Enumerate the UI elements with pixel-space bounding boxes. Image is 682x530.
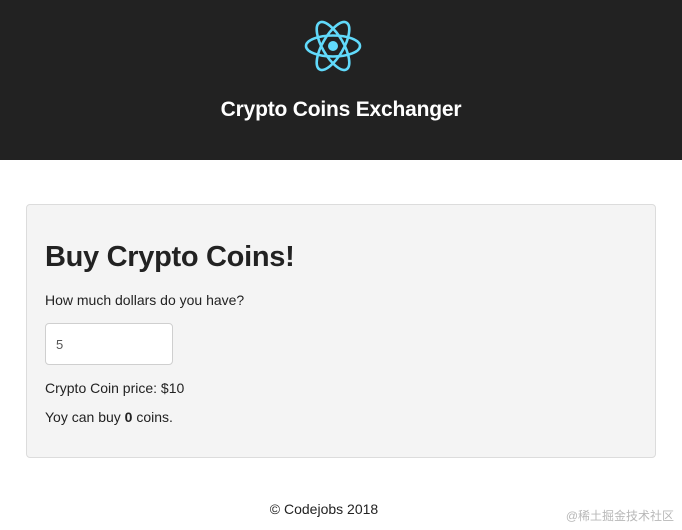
dollars-input[interactable] bbox=[45, 323, 173, 365]
app-header: Crypto Coins Exchanger bbox=[0, 0, 682, 160]
coin-price-text: Crypto Coin price: $10 bbox=[45, 380, 185, 396]
result-suffix: coins. bbox=[132, 409, 173, 425]
app-title: Crypto Coins Exchanger bbox=[220, 98, 462, 121]
react-atom-icon bbox=[304, 20, 362, 72]
footer-copyright: © Codejobs 2018 bbox=[269, 501, 379, 517]
coins-result-text: Yoy can buy 0 coins. bbox=[45, 409, 173, 425]
watermark-text: @稀土掘金技术社区 bbox=[565, 509, 674, 523]
result-prefix: Yoy can buy bbox=[45, 409, 125, 425]
card-title: Buy Crypto Coins! bbox=[45, 241, 295, 273]
dollars-question-label: How much dollars do you have? bbox=[45, 292, 245, 308]
buy-card: Buy Crypto Coins! How much dollars do yo… bbox=[26, 204, 656, 458]
